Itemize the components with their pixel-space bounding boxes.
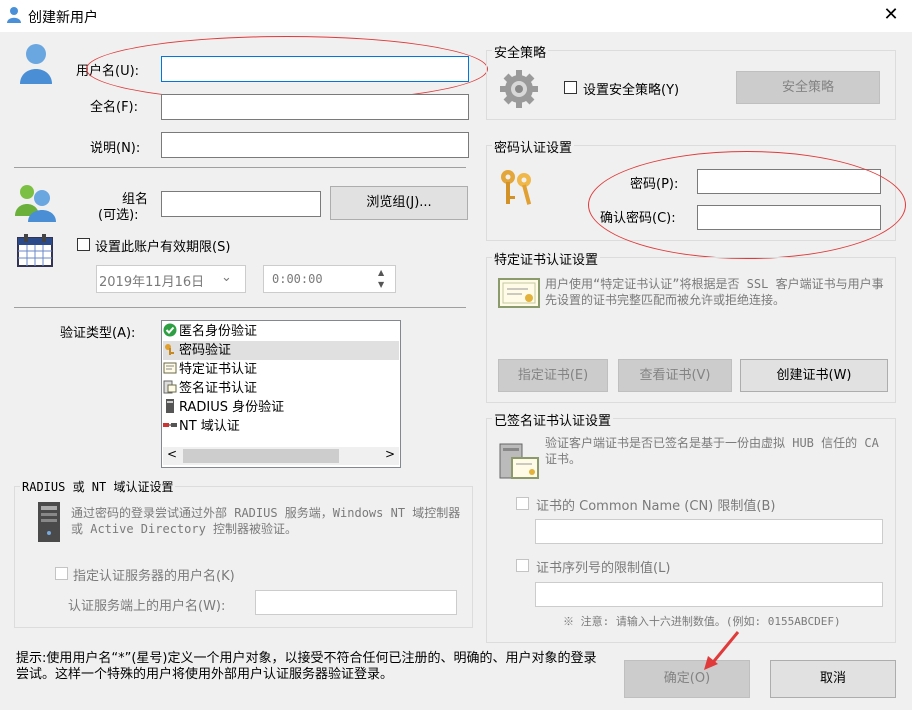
radius-group-title: RADIUS 或 NT 域认证设置 (20, 478, 176, 495)
auth-type-label: 验证类型(A): (60, 326, 136, 341)
browse-group-button[interactable]: 浏览组(J)... (330, 186, 468, 220)
list-item-label: 签名证书认证 (179, 381, 258, 396)
list-item[interactable]: 签名证书认证 (163, 379, 399, 398)
annotation-ellipse-password (588, 151, 906, 259)
auth-type-items: 匿名身份验证 密码验证 特定证书认证 签名证书认证 RADIUS 身份验证 NT… (163, 322, 399, 436)
signed-certificate-icon (498, 440, 540, 482)
list-item-label: RADIUS 身份验证 (179, 400, 285, 415)
server-icon (163, 399, 177, 413)
spin-up-icon[interactable]: ▲ (378, 268, 384, 277)
radius-description: 通过密码的登录尝试通过外部 RADIUS 服务端，Windows NT 域控制器… (71, 506, 461, 536)
signed-cert-description: 验证客户端证书是否已签名是基于一份由虚拟 HUB 信任的 CA 证书。 (545, 436, 879, 466)
specific-cert-title: 特定证书认证设置 (492, 249, 601, 268)
certificate-icon (163, 361, 177, 375)
fullname-label: 全名(F): (90, 100, 139, 115)
divider (14, 167, 466, 168)
security-policy-button-label: 安全策略 (781, 80, 834, 95)
list-item[interactable]: 特定证书认证 (163, 360, 399, 379)
assign-cert-label: 指定证书(E) (517, 368, 589, 383)
calendar-icon (14, 232, 56, 268)
divider-2 (14, 307, 466, 308)
title-bar (0, 0, 912, 32)
create-cert-label: 创建证书(W) (776, 368, 852, 383)
list-item-label: NT 域认证 (179, 419, 240, 434)
list-item[interactable]: 密码验证 (163, 341, 399, 360)
server-username-input[interactable] (255, 590, 457, 615)
ok-button-label: 确定(O) (663, 671, 711, 686)
view-cert-button[interactable]: 查看证书(V) (618, 359, 732, 392)
security-policy-checkbox[interactable] (564, 81, 577, 94)
user-icon (6, 6, 22, 24)
group-input[interactable] (161, 191, 321, 217)
fullname-input[interactable] (161, 94, 469, 120)
assign-cert-button[interactable]: 指定证书(E) (498, 359, 608, 392)
large-user-icon (18, 42, 54, 84)
cn-input[interactable] (535, 519, 883, 544)
scroll-right-icon[interactable]: > (385, 447, 395, 461)
description-input[interactable] (161, 132, 469, 158)
scroll-left-icon[interactable]: < (167, 447, 177, 461)
server-username-checkbox-label: 指定认证服务器的用户名(K) (73, 569, 235, 584)
auth-type-list[interactable]: 匿名身份验证 密码验证 特定证书认证 签名证书认证 RADIUS 身份验证 NT… (161, 320, 401, 468)
annotation-ellipse-username (86, 36, 488, 102)
spin-down-icon[interactable]: ▼ (378, 280, 384, 289)
hex-note: ※ 注意: 请输入十六进制数值。(例如: 0155ABCDEF) (563, 615, 841, 628)
group-label-line2: (可选): (98, 208, 139, 223)
footer-hint: 提示:使用用户名“*”(星号)定义一个用户对象，以接受不符合任何已注册的、明确的… (16, 651, 597, 682)
browse-group-label: 浏览组(J)... (366, 195, 432, 210)
cancel-button-label: 取消 (819, 671, 846, 686)
date-value: 2019年11月16日 (99, 275, 205, 290)
list-item-label: 密码验证 (179, 343, 232, 358)
security-policy-title: 安全策略 (492, 42, 549, 61)
server-username-label: 认证服务端上的用户名(W): (68, 599, 226, 614)
signed-cert-title: 已签名证书认证设置 (492, 410, 614, 429)
description-label: 说明(N): (90, 141, 141, 156)
horizontal-scrollbar[interactable]: < > (163, 447, 399, 465)
annotation-arrow-icon (700, 628, 744, 672)
list-item-label: 特定证书认证 (179, 362, 258, 377)
view-cert-label: 查看证书(V) (639, 368, 711, 383)
security-policy-button[interactable]: 安全策略 (736, 71, 880, 104)
time-picker[interactable]: 0:00:00 ▲ ▼ (263, 265, 396, 293)
date-picker[interactable]: 2019年11月16日 ⌄ (96, 265, 246, 293)
serial-checkbox-label: 证书序列号的限制值(L) (536, 561, 671, 576)
specific-cert-description: 用户使用“特定证书认证”将根据是否 SSL 客户端证书与用户事先设置的证书完整匹… (545, 277, 884, 307)
list-item[interactable]: 匿名身份验证 (163, 322, 399, 341)
signed-certificate-icon (163, 380, 177, 394)
certificate-icon (498, 277, 540, 309)
chevron-down-icon: ⌄ (221, 270, 232, 285)
serial-checkbox[interactable] (516, 559, 529, 572)
expiry-checkbox[interactable] (77, 238, 90, 251)
create-cert-button[interactable]: 创建证书(W) (740, 359, 888, 392)
password-group-title: 密码认证设置 (492, 137, 575, 156)
server-username-checkbox[interactable] (55, 567, 68, 580)
scrollbar-thumb[interactable] (183, 449, 339, 463)
time-value: 0:00:00 (272, 272, 323, 286)
cancel-button[interactable]: 取消 (770, 660, 896, 698)
server-tower-icon (32, 500, 66, 544)
close-button[interactable]: ✕ (880, 3, 902, 27)
cn-checkbox-label: 证书的 Common Name (CN) 限制值(B) (536, 499, 776, 514)
keys-icon (163, 342, 177, 356)
window-title: 创建新用户 (28, 10, 98, 26)
serial-input[interactable] (535, 582, 883, 607)
expiry-checkbox-label: 设置此账户有效期限(S) (95, 240, 231, 255)
domain-icon (163, 418, 177, 432)
list-item-label: 匿名身份验证 (179, 324, 258, 339)
group-users-icon (14, 182, 56, 222)
keys-icon (498, 168, 540, 208)
cn-checkbox[interactable] (516, 497, 529, 510)
list-item[interactable]: RADIUS 身份验证 (163, 398, 399, 417)
gear-icon (498, 68, 540, 110)
check-shield-icon (163, 323, 177, 337)
list-item[interactable]: NT 域认证 (163, 417, 399, 436)
security-policy-checkbox-label: 设置安全策略(Y) (583, 83, 680, 98)
